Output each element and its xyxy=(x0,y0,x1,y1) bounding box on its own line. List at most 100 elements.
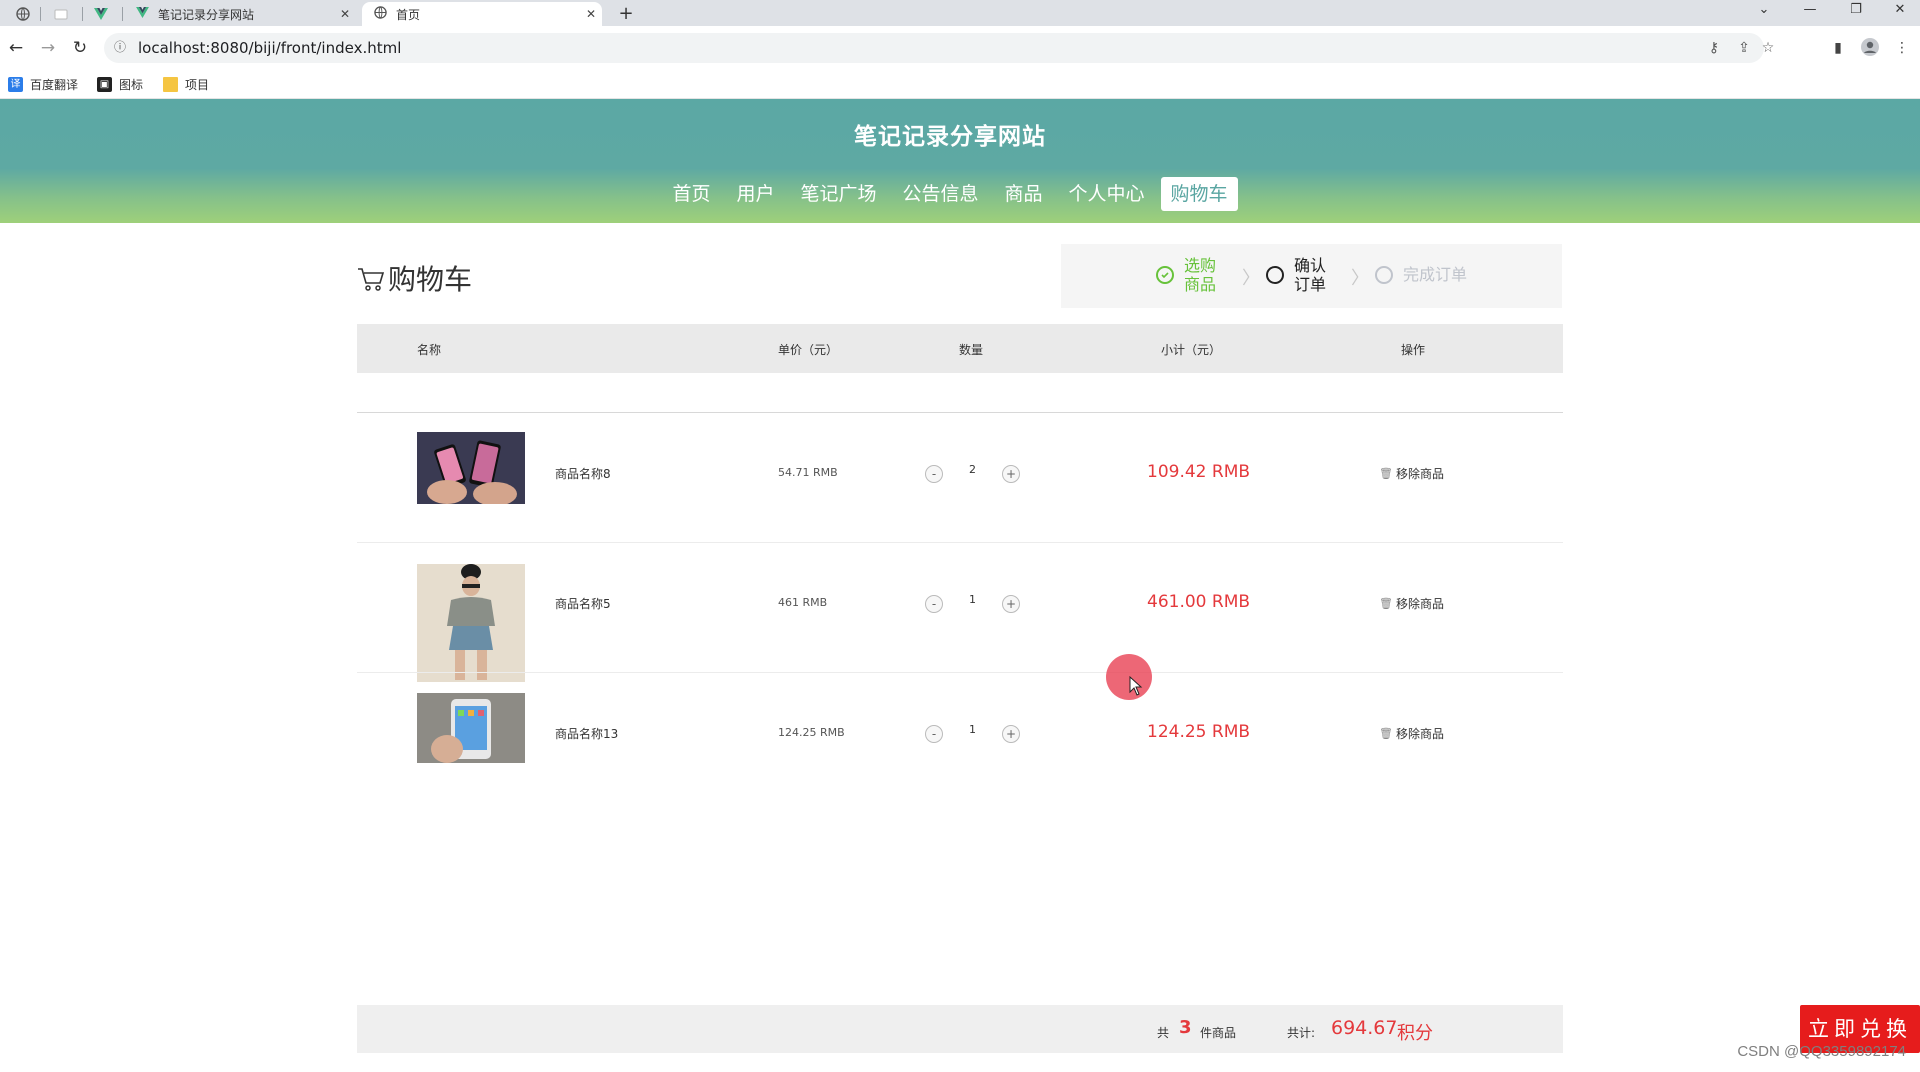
step-label: 订单 xyxy=(1294,275,1327,294)
profile-icon[interactable] xyxy=(1860,38,1880,58)
nav-profile[interactable]: 个人中心 xyxy=(1059,177,1155,211)
step-label: 商品 xyxy=(1184,275,1217,294)
tab-title: 笔记记录分享网站 xyxy=(158,7,255,22)
key-icon[interactable]: ⚷ xyxy=(1704,39,1724,57)
nav-home[interactable]: 首页 xyxy=(662,177,720,211)
cart-title: 购物车 xyxy=(356,258,472,298)
bookmark-translate[interactable]: 译 百度翻译 xyxy=(8,75,78,93)
product-name[interactable]: 商品名称13 xyxy=(555,725,618,742)
qty-decrease-button[interactable]: - xyxy=(925,595,943,613)
minimize-button[interactable]: — xyxy=(1790,0,1830,22)
remove-item-button[interactable]: 🗑 移除商品 xyxy=(1379,725,1444,742)
cart-row: 商品名称5 461 RMB - 1 + 461.00 RMB 🗑 移除商品 xyxy=(357,543,1563,682)
translate-icon: 译 xyxy=(8,76,23,92)
watermark: CSDN @QQ3359892174 xyxy=(1737,1043,1906,1060)
qty-value: 2 xyxy=(969,463,976,476)
back-icon[interactable]: ← xyxy=(4,36,28,60)
bookmarks-bar: 译 百度翻译 ▣ 图标 项目 xyxy=(0,70,1920,99)
product-name[interactable]: 商品名称5 xyxy=(555,595,611,612)
qty-increase-button[interactable]: + xyxy=(1002,725,1020,743)
menu-icon[interactable]: ⋮ xyxy=(1892,38,1912,58)
info-icon[interactable]: ⓘ xyxy=(112,39,128,55)
close-window-button[interactable]: ✕ xyxy=(1880,0,1920,22)
bookmark-project[interactable]: 项目 xyxy=(163,75,209,93)
unit-price: 54.71 RMB xyxy=(778,466,838,479)
product-image[interactable] xyxy=(417,693,525,763)
side-panel-icon[interactable]: ▮ xyxy=(1828,38,1848,58)
globe-icon[interactable] xyxy=(8,3,38,25)
close-icon[interactable]: ✕ xyxy=(580,7,602,21)
subtotal: 461.00 RMB xyxy=(1147,592,1251,612)
qty-value: 1 xyxy=(969,723,976,736)
col-action: 操作 xyxy=(1401,343,1426,357)
nav-notes-square[interactable]: 笔记广场 xyxy=(790,177,886,211)
chevron-right-icon: 〉 xyxy=(1351,268,1369,289)
col-subtotal: 小计（元） xyxy=(1161,343,1222,357)
image-icon: ▣ xyxy=(97,76,112,92)
product-image[interactable] xyxy=(417,564,525,682)
mouse-pointer-icon xyxy=(1129,676,1143,696)
restore-button[interactable]: ❐ xyxy=(1836,0,1876,22)
step-label: 选购 xyxy=(1184,256,1217,275)
cart-icon xyxy=(358,268,385,291)
item-count: 3 xyxy=(1179,1017,1192,1038)
nav-products[interactable]: 商品 xyxy=(995,177,1053,211)
subtotal: 124.25 RMB xyxy=(1147,722,1251,742)
bookmark-icons[interactable]: ▣ 图标 xyxy=(97,75,143,93)
tab-search-icon[interactable]: ⌄ xyxy=(1744,0,1784,22)
cart-title-text: 购物车 xyxy=(388,263,473,296)
tab-home[interactable]: 首页 ✕ xyxy=(362,2,602,26)
product-image[interactable] xyxy=(417,432,525,504)
qty-increase-button[interactable]: + xyxy=(1002,465,1020,483)
blank-tab-icon[interactable] xyxy=(46,3,76,25)
product-name[interactable]: 商品名称8 xyxy=(555,465,611,482)
site-header: 笔记记录分享网站 首页 用户 笔记广场 公告信息 商品 个人中心 购物车 xyxy=(0,99,1920,223)
share-icon[interactable]: ⇪ xyxy=(1734,39,1754,57)
count-prefix: 共 xyxy=(1157,1026,1170,1040)
bookmark-label: 项目 xyxy=(185,77,210,92)
trash-icon: 🗑 xyxy=(1379,467,1393,480)
step-confirm: 确认 订单 xyxy=(1266,256,1326,294)
total-label: 共计: xyxy=(1287,1026,1316,1040)
remove-item-button[interactable]: 🗑 移除商品 xyxy=(1379,595,1444,612)
col-name: 名称 xyxy=(417,343,442,357)
cart-row: 商品名称8 54.71 RMB - 2 + 109.42 RMB 🗑 移除商品 xyxy=(357,413,1563,543)
cart-table-header: 名称 单价（元） 数量 小计（元） 操作 xyxy=(357,324,1563,373)
step-select: 选购 商品 xyxy=(1156,256,1216,294)
qty-decrease-button[interactable]: - xyxy=(925,465,943,483)
circle-icon xyxy=(1375,265,1393,284)
check-circle-icon xyxy=(1156,266,1174,284)
remove-item-button[interactable]: 🗑 移除商品 xyxy=(1379,465,1444,482)
step-complete: 完成订单 xyxy=(1375,265,1467,284)
address-bar: ← → ↻ ⓘ localhost:8080/biji/front/index.… xyxy=(0,26,1920,70)
nav-users[interactable]: 用户 xyxy=(726,177,784,211)
qty-decrease-button[interactable]: - xyxy=(925,725,943,743)
new-tab-button[interactable]: + xyxy=(614,2,638,26)
reload-icon[interactable]: ↻ xyxy=(68,36,92,60)
remove-label: 移除商品 xyxy=(1395,467,1444,481)
qty-increase-button[interactable]: + xyxy=(1002,595,1020,613)
qty-value: 1 xyxy=(969,593,976,606)
trash-icon: 🗑 xyxy=(1379,727,1393,740)
globe-icon xyxy=(372,5,388,23)
col-qty: 数量 xyxy=(959,343,984,357)
nav-cart[interactable]: 购物车 xyxy=(1160,177,1238,211)
trash-icon: 🗑 xyxy=(1379,597,1393,610)
star-icon[interactable]: ☆ xyxy=(1758,39,1778,57)
unit-price: 461 RMB xyxy=(778,596,828,609)
circle-icon xyxy=(1266,266,1284,284)
folder-icon xyxy=(163,76,178,92)
bookmark-label: 图标 xyxy=(119,77,144,92)
vue-logo-icon[interactable] xyxy=(86,3,116,25)
browser-tab-bar: 笔记记录分享网站 ✕ 首页 ✕ + ⌄ — ❐ ✕ xyxy=(0,0,1920,26)
main-nav: 首页 用户 笔记广场 公告信息 商品 个人中心 购物车 xyxy=(0,177,1900,211)
forward-icon[interactable]: → xyxy=(36,36,60,60)
chevron-right-icon: 〉 xyxy=(1242,268,1260,289)
tab-notes-site[interactable]: 笔记记录分享网站 ✕ xyxy=(124,2,356,26)
url-text: localhost:8080/biji/front/index.html xyxy=(138,39,402,57)
url-field[interactable]: ⓘ localhost:8080/biji/front/index.html ⚷… xyxy=(104,33,1774,63)
col-price: 单价（元） xyxy=(778,343,839,357)
nav-announcements[interactable]: 公告信息 xyxy=(892,177,988,211)
close-icon[interactable]: ✕ xyxy=(334,7,356,21)
cart-summary-bar: 共 3 件商品 共计: 694.67 积分 立即兑换 xyxy=(357,1005,1920,1053)
